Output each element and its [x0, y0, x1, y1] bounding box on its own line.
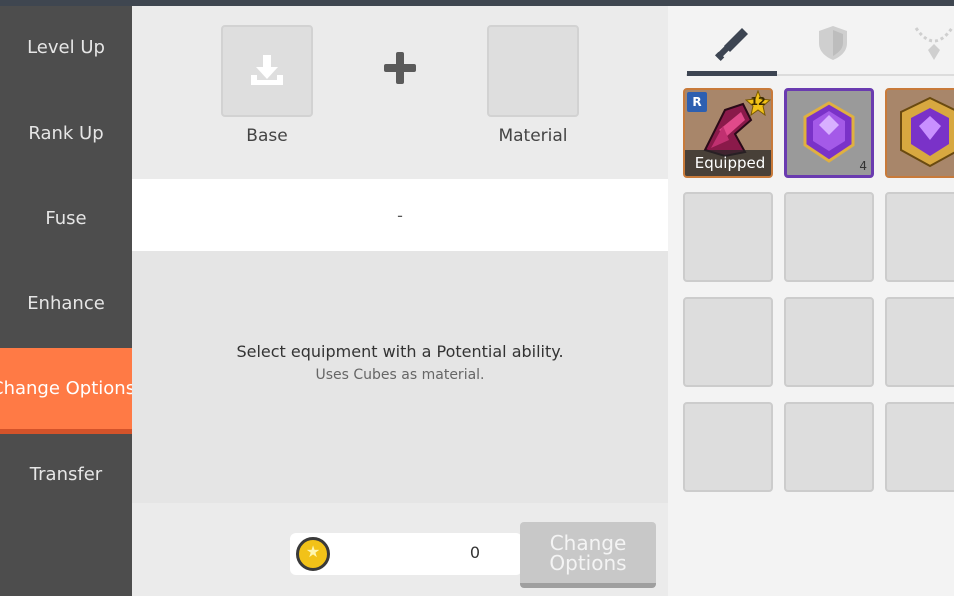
sidebar-item-change-options[interactable]: Change Options: [0, 348, 132, 434]
sidebar-item-label: Level Up: [27, 36, 105, 58]
change-options-button-line2: Options: [549, 550, 627, 575]
cost-display: 0: [290, 533, 522, 575]
base-slot-label: Base: [246, 126, 288, 146]
inventory-empty-slot: [885, 402, 954, 492]
inventory-empty-slot: [885, 297, 954, 387]
change-options-button[interactable]: Change Options: [520, 522, 656, 588]
rank-badge: R: [687, 92, 707, 112]
inventory-panel: R 12 Equipped 4: [668, 6, 954, 596]
sidebar-item-label: Transfer: [29, 463, 103, 485]
sidebar-item-rank-up[interactable]: Rank Up: [0, 92, 132, 174]
material-slot[interactable]: [487, 25, 579, 117]
sidebar-item-transfer[interactable]: Transfer: [0, 433, 132, 515]
sidebar-item-level-up[interactable]: Level Up: [0, 6, 132, 88]
info-sub-text: Uses Cubes as material.: [315, 367, 485, 383]
sidebar-item-enhance[interactable]: Enhance: [0, 262, 132, 344]
base-slot[interactable]: [221, 25, 313, 117]
purple-gem-gold-frame-icon: [887, 90, 954, 176]
tab-accessories[interactable]: [889, 24, 954, 76]
plus-icon: [382, 50, 418, 86]
inventory-empty-slot: [784, 402, 874, 492]
sidebar-item-label: Enhance: [27, 292, 105, 314]
inventory-item-equipped-weapon[interactable]: R 12 Equipped: [683, 88, 773, 178]
tab-armor[interactable]: [788, 24, 878, 76]
level-star-badge: 12: [744, 90, 771, 117]
change-options-button-line1: Change: [549, 530, 627, 555]
inventory-empty-slot: [683, 192, 773, 282]
cost-value: 0: [469, 543, 481, 562]
inventory-empty-slot: [683, 297, 773, 387]
download-icon: [251, 55, 283, 85]
equipped-label: Equipped: [685, 150, 771, 176]
sidebar-item-label: Rank Up: [28, 122, 104, 144]
inventory-empty-slot: [683, 402, 773, 492]
inventory-item-purple-gem[interactable]: 4: [784, 88, 874, 178]
sword-icon: [715, 28, 748, 61]
material-slot-label: Material: [498, 126, 568, 146]
inventory-empty-slot: [784, 297, 874, 387]
option-result-text: -: [397, 205, 403, 225]
tab-weapons[interactable]: [687, 24, 777, 76]
sidebar-item-label: Fuse: [45, 207, 87, 229]
inventory-item-gold-frame-gem[interactable]: [885, 88, 954, 178]
necklace-icon: [914, 27, 954, 60]
info-main-text: Select equipment with a Potential abilit…: [236, 342, 564, 361]
gold-coin-icon: [296, 537, 330, 571]
sidebar-item-fuse[interactable]: Fuse: [0, 177, 132, 259]
sidebar-menu: Level Up Rank Up Fuse Enhance Change Opt…: [0, 6, 132, 596]
sidebar-item-label: Change Options: [0, 378, 132, 399]
item-level: 12: [750, 95, 766, 108]
inventory-empty-slot: [885, 192, 954, 282]
info-area: Select equipment with a Potential abilit…: [132, 251, 668, 503]
item-count: 4: [859, 159, 867, 173]
shield-icon: [819, 26, 847, 60]
option-result-band: -: [132, 179, 668, 251]
inventory-empty-slot: [784, 192, 874, 282]
change-options-panel: Base Material - Select equipment with a …: [132, 6, 668, 596]
